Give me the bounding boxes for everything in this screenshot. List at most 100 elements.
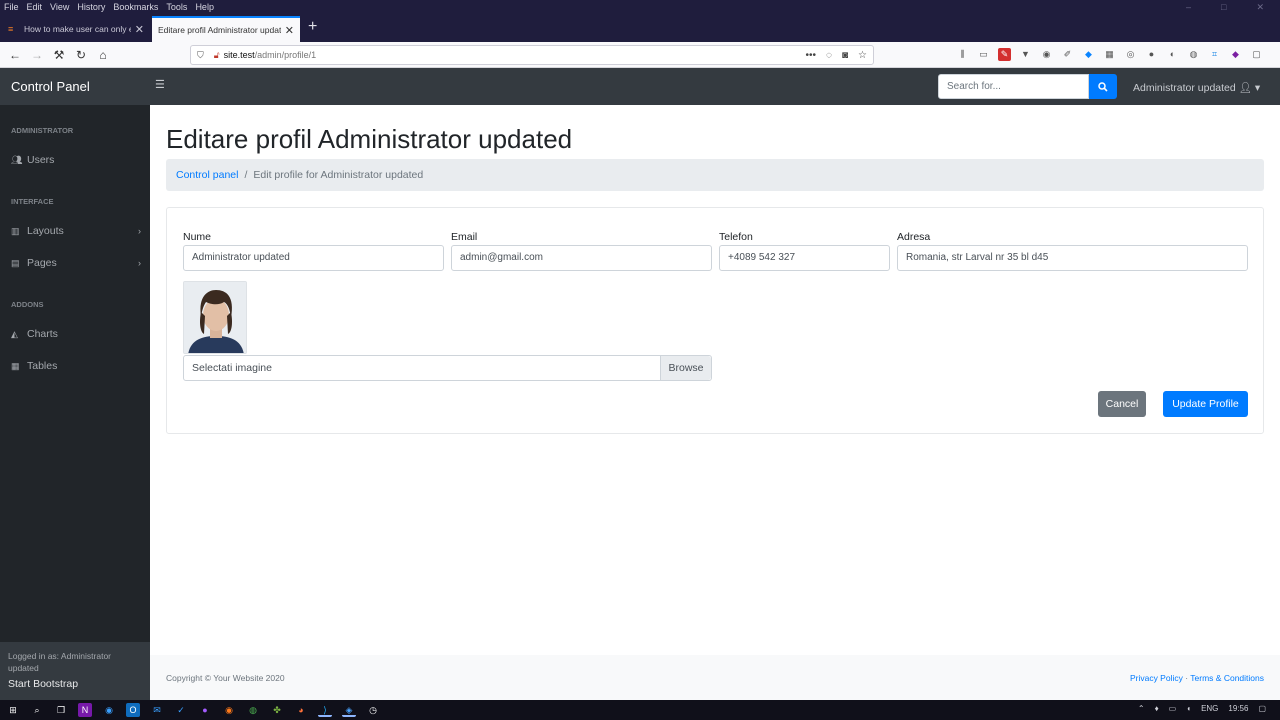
extension-blue-icon[interactable]: ◆ — [1082, 48, 1095, 61]
library-icon[interactable]: ⫼ — [956, 48, 969, 61]
insecure-lock-icon[interactable]: 🔓︎ — [214, 50, 220, 61]
avatar — [183, 281, 247, 354]
menu-edit[interactable]: Edit — [27, 2, 43, 12]
todo-icon[interactable]: ✓ — [174, 703, 188, 717]
update-profile-button[interactable]: Update Profile — [1163, 391, 1248, 417]
terms-link[interactable]: Terms & Conditions — [1190, 673, 1264, 683]
email-field[interactable]: admin@gmail.com — [451, 245, 712, 271]
sidebar-item-layouts[interactable]: ▥ Layouts › — [11, 225, 141, 237]
main-content: Editare profil Administrator updated Con… — [150, 105, 1280, 700]
app-green-icon[interactable]: ✤ — [270, 703, 284, 717]
new-tab-icon[interactable]: + — [300, 18, 325, 42]
minimize-icon[interactable]: – — [1186, 2, 1191, 13]
maximize-icon[interactable]: □ — [1221, 2, 1226, 13]
menu-file[interactable]: File — [4, 2, 19, 12]
close-tab-icon[interactable]: ✕ — [135, 23, 144, 36]
menu-tools[interactable]: Tools — [166, 2, 187, 12]
outlook-icon[interactable]: O — [126, 703, 140, 717]
back-icon[interactable]: ← — [4, 48, 26, 62]
extension-purple-icon[interactable]: ◆ — [1229, 48, 1242, 61]
user-icon: 👤︎ — [1238, 82, 1252, 94]
breadcrumb-link-control-panel[interactable]: Control panel — [176, 169, 238, 181]
sidebar-heading-interface: INTERFACE — [11, 197, 54, 206]
language-indicator[interactable]: ENG — [1201, 704, 1218, 713]
name-field[interactable]: Administrator updated — [183, 245, 444, 271]
image-file-input[interactable]: Selectati imagine Browse — [183, 355, 712, 381]
address-field[interactable]: Romania, str Larval nr 35 bl d45 — [897, 245, 1248, 271]
sidebar-item-label: Users — [27, 154, 55, 166]
url-bar[interactable]: ⛉ 🔓︎ site.test/admin/profile/1 ••• ◌ ◙ ☆ — [190, 45, 874, 65]
task-view-icon[interactable]: ❐ — [54, 703, 68, 717]
sidebar-toggle-icon[interactable]: ☰ — [155, 78, 165, 91]
users-icon: 👥︎ — [11, 154, 23, 165]
caret-down-icon: ▾ — [1254, 82, 1261, 94]
clock-time[interactable]: 19:56 — [1228, 704, 1248, 713]
menu-view[interactable]: View — [50, 2, 69, 12]
app-blue-icon[interactable]: ◈ — [342, 703, 356, 717]
home-icon[interactable]: ⌂ — [92, 48, 114, 62]
extension-gray-icon[interactable]: ▦ — [1103, 48, 1116, 61]
menu-help[interactable]: Help — [195, 2, 214, 12]
sidebar-item-pages[interactable]: ▤ Pages › — [11, 257, 141, 269]
phone-field[interactable]: +4089 542 327 — [719, 245, 890, 271]
name-label: Nume — [183, 231, 212, 243]
sidebar-item-charts[interactable]: ◭ Charts — [11, 328, 141, 340]
browse-button[interactable]: Browse — [660, 356, 711, 380]
chrome-icon[interactable]: ◍ — [246, 703, 260, 717]
pocket-icon[interactable]: ◙ — [842, 50, 848, 61]
menu-bookmarks[interactable]: Bookmarks — [113, 2, 158, 12]
browser-tab-active[interactable]: Editare profil Administrator updated ✕ — [152, 16, 300, 42]
onenote-icon[interactable]: N — [78, 703, 92, 717]
notifications-icon[interactable]: ▢ — [1258, 704, 1266, 713]
cancel-button[interactable]: Cancel — [1098, 391, 1146, 417]
close-window-icon[interactable]: ✕ — [1256, 2, 1264, 13]
browser-tab[interactable]: ≡ How to make user can only edit ✕ — [2, 16, 150, 42]
extension-globe-icon[interactable]: ◍ — [1187, 48, 1200, 61]
menu-history[interactable]: History — [77, 2, 105, 12]
extension-red-icon[interactable]: ✎ — [998, 48, 1011, 61]
windows-start-icon[interactable]: ⊞ — [6, 703, 20, 717]
sidebar-item-users[interactable]: 👥︎ Users — [11, 154, 141, 166]
volume-icon[interactable]: ◖ — [1186, 704, 1191, 713]
mail-icon[interactable]: ✉ — [150, 703, 164, 717]
extension-pen-icon[interactable]: ✐ — [1061, 48, 1074, 61]
forward-icon[interactable]: → — [26, 48, 48, 62]
microphone-icon[interactable]: ♦ — [1155, 704, 1159, 713]
search-input[interactable] — [938, 74, 1089, 99]
sidebar-icon[interactable]: ▭ — [977, 48, 990, 61]
app-purple-icon[interactable]: ● — [198, 703, 212, 717]
app-orange-icon[interactable]: ◉ — [222, 703, 236, 717]
footer-brand: Start Bootstrap — [8, 678, 79, 690]
extension-circle-icon[interactable]: ◉ — [1040, 48, 1053, 61]
system-tray: ⌃ ♦ ▭ ◖ ENG 19:56 ▢ — [1138, 704, 1266, 713]
search-button[interactable] — [1089, 74, 1117, 99]
book-icon: ▤ — [11, 257, 20, 268]
extension-bracket-icon[interactable]: ⌗ — [1208, 48, 1221, 61]
clock-app-icon[interactable]: ◷ — [366, 703, 380, 717]
extension-v-icon[interactable]: ▼ — [1019, 48, 1032, 61]
reload-icon[interactable]: ↻ — [70, 48, 92, 62]
sidebar-item-tables[interactable]: ▦ Tables — [11, 360, 141, 372]
extension-grid-icon[interactable]: ◎ — [1124, 48, 1137, 61]
lightbulb-icon[interactable]: ◌ — [826, 50, 832, 61]
edge-icon[interactable]: ◉ — [102, 703, 116, 717]
user-menu[interactable]: Administrator updated 👤︎ ▾ — [1133, 81, 1260, 94]
firefox-icon[interactable]: ◕ — [294, 703, 308, 717]
vscode-icon[interactable]: ⟩ — [318, 703, 332, 717]
brand-title[interactable]: Control Panel — [11, 79, 90, 94]
bookmark-star-icon[interactable]: ☆ — [858, 50, 867, 61]
more-actions-icon[interactable]: ••• — [806, 50, 817, 61]
sidebar-item-label: Pages — [27, 257, 57, 269]
network-icon[interactable]: ▭ — [1169, 704, 1177, 713]
wrench-icon[interactable]: ⚒ — [48, 48, 70, 62]
close-tab-icon[interactable]: ✕ — [285, 24, 294, 37]
browser-tabbar: ≡ How to make user can only edit ✕ Edita… — [0, 14, 1280, 42]
extension-arrow-icon[interactable]: ◐ — [1166, 48, 1179, 61]
extension-faint-icon[interactable]: ▢ — [1250, 48, 1263, 61]
extension-dot-icon[interactable]: ● — [1145, 48, 1158, 61]
privacy-policy-link[interactable]: Privacy Policy — [1130, 673, 1183, 683]
search-taskbar-icon[interactable]: ⌕ — [30, 703, 44, 717]
app-topnav: Control Panel ☰ Administrator updated 👤︎… — [0, 68, 1280, 105]
tray-chevron-icon[interactable]: ⌃ — [1138, 704, 1145, 713]
shield-icon[interactable]: ⛉ — [197, 50, 204, 61]
